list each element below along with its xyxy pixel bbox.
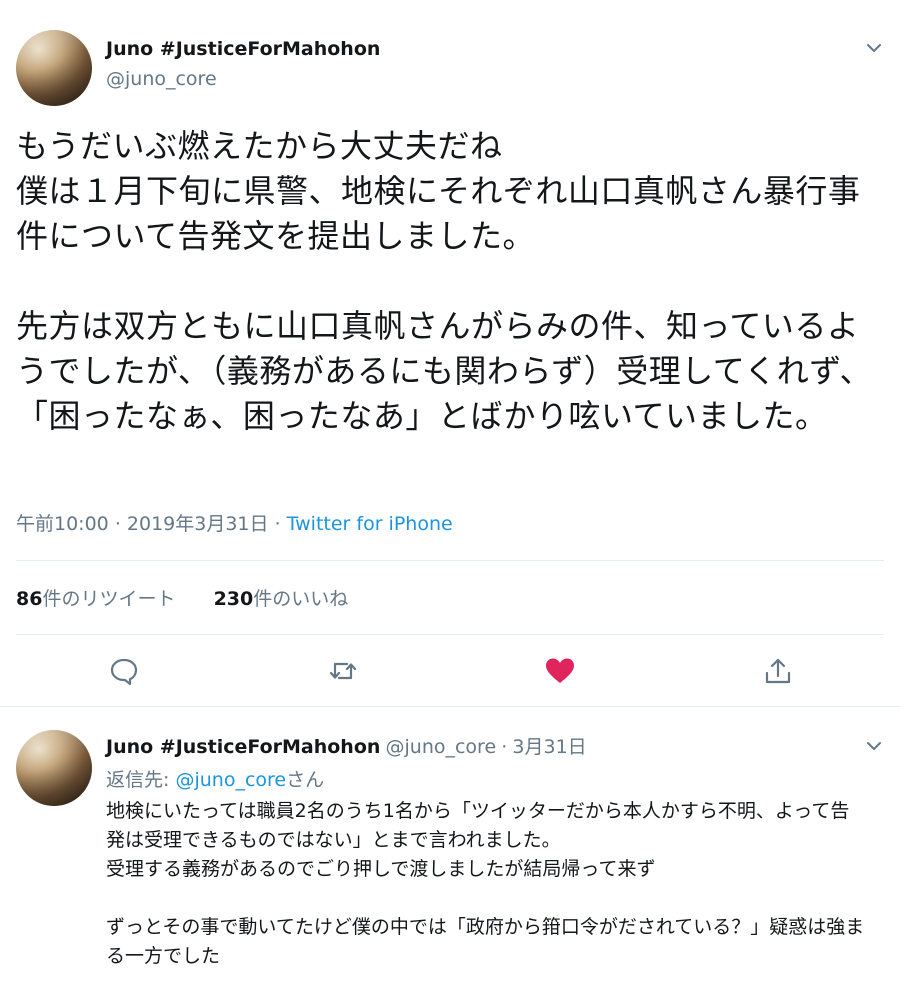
chevron-down-icon[interactable] [864,736,884,756]
replying-suffix: さん [286,769,325,791]
tweet-stats: 86件のリツイート 230件のいいね [16,584,348,611]
tweet-date[interactable]: 2019年3月31日 [127,513,269,535]
tweet-source-link[interactable]: Twitter for iPhone [287,513,453,535]
reply-author-name[interactable]: Juno #JusticeForMahohon [106,736,380,758]
meta-separator: · [274,513,281,535]
reply-header: Juno #JusticeForMahohon @juno_core · 3月3… [106,732,587,759]
section-separator [0,706,900,717]
tweet-time[interactable]: 午前10:00 [16,513,109,535]
replying-to-link[interactable]: @juno_core [175,769,286,791]
like-count: 230 [213,588,254,610]
like-label: 件のいいね [253,588,349,610]
share-icon[interactable] [762,655,794,687]
retweet-count: 86 [16,588,43,610]
reply-icon[interactable] [108,655,140,687]
reply-date[interactable]: 3月31日 [512,736,586,758]
tweet-text: もうだいぶ燃えたから大丈夫だね 僕は１月下旬に県警、地検にそれぞれ山口真帆さん暴… [16,127,873,435]
author-handle[interactable]: @juno_core [106,68,217,90]
retweet-stat[interactable]: 86件のリツイート [16,588,175,610]
reply-author-handle[interactable]: @juno_core [386,736,497,758]
reply-separator: · [501,736,508,758]
reply-author-avatar[interactable] [16,730,92,806]
retweet-icon[interactable] [327,655,359,687]
replying-prefix: 返信先: [106,769,176,791]
divider [16,634,884,635]
chevron-down-icon[interactable] [864,38,884,58]
divider [16,560,884,561]
author-name[interactable]: Juno #JusticeForMahohon [106,38,380,60]
heart-icon[interactable] [544,655,576,687]
meta-separator: · [114,513,121,535]
author-avatar[interactable] [16,30,92,106]
like-stat[interactable]: 230件のいいね [214,588,349,610]
reply-text: 地検にいたっては職員2名のうち1名から「ツイッターだから本人かすら不明、よって告… [106,800,865,967]
tweet-meta: 午前10:00 · 2019年3月31日 · Twitter for iPhon… [16,509,453,536]
replying-to: 返信先: @juno_coreさん [106,765,324,792]
retweet-label: 件のリツイート [42,588,176,610]
